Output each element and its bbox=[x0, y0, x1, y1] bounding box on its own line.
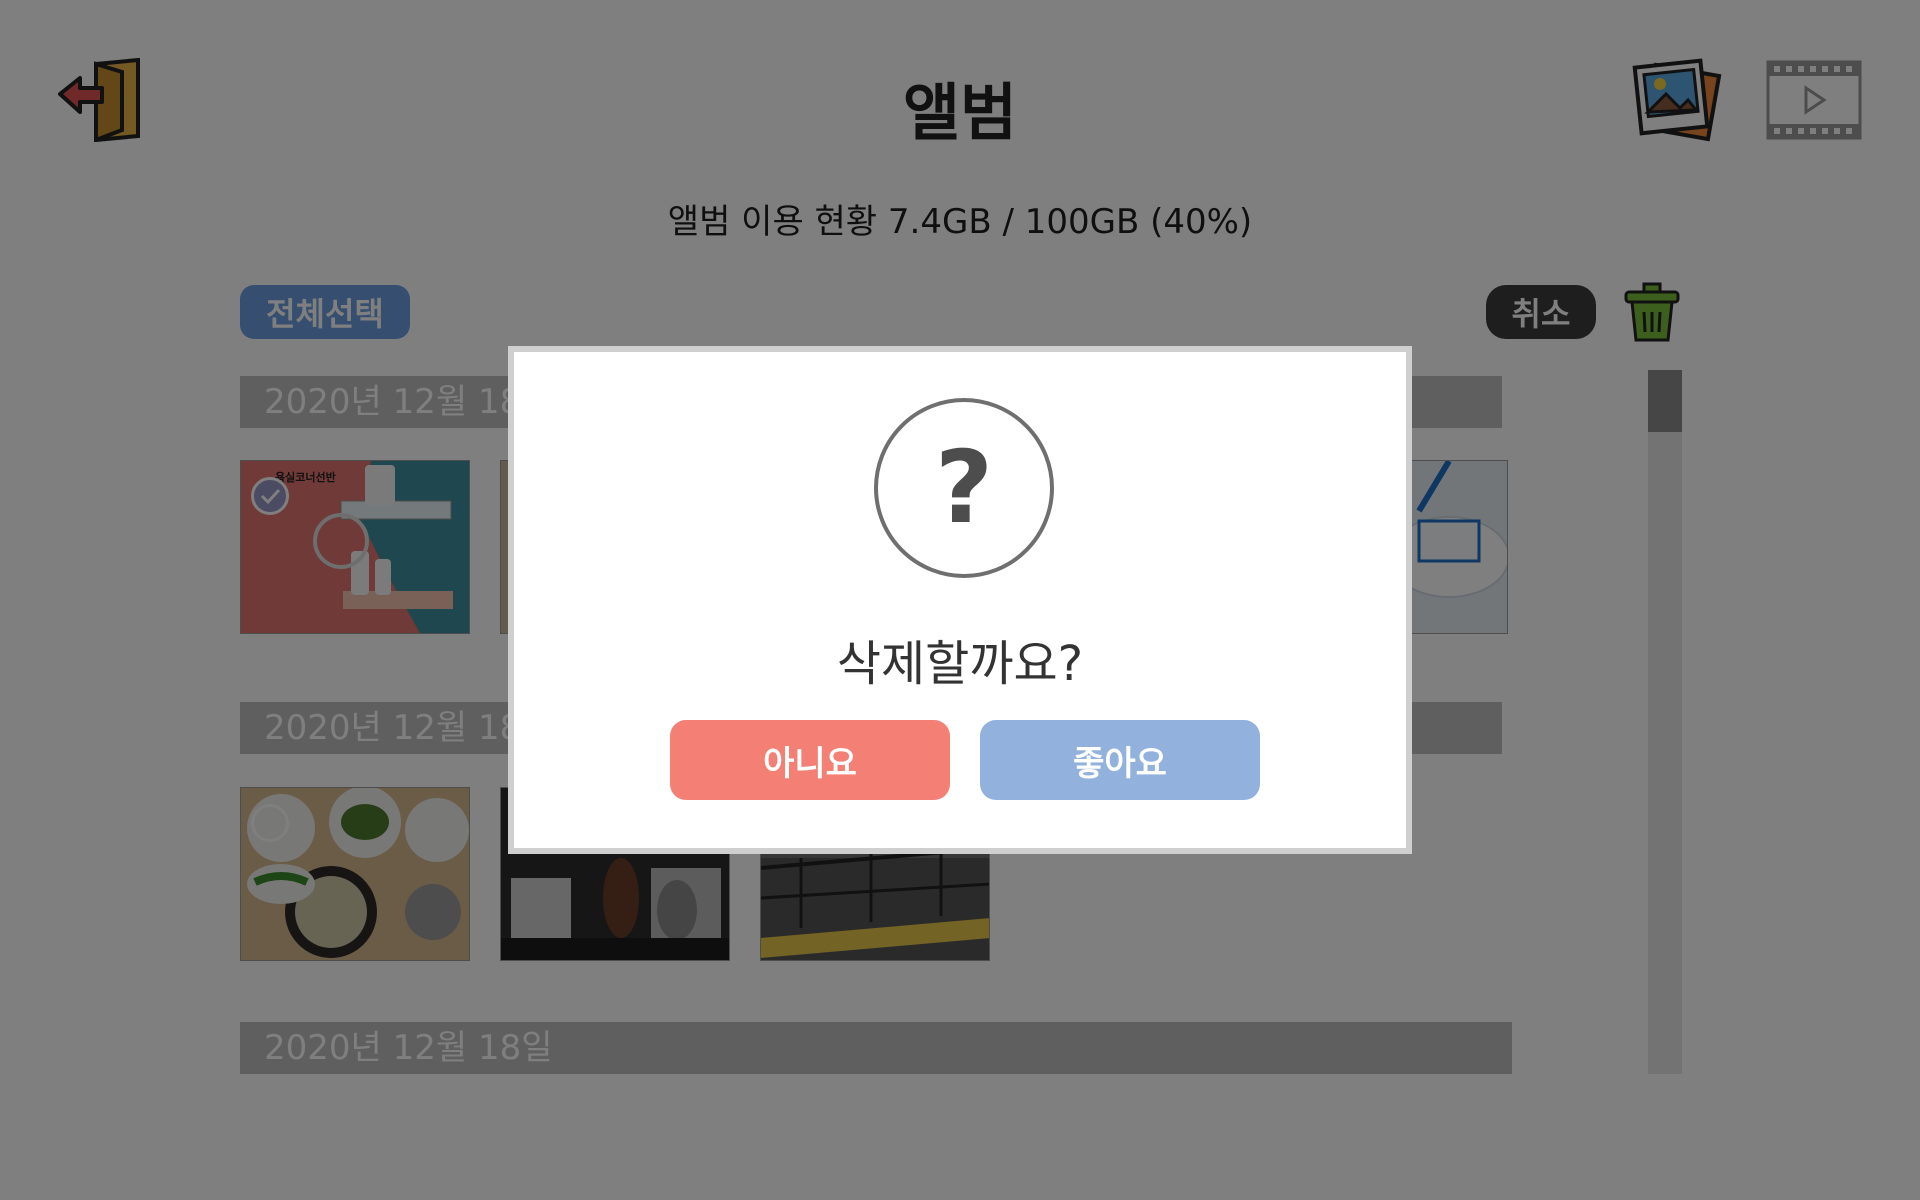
no-button[interactable]: 아니요 bbox=[670, 720, 950, 800]
question-mark-icon: ? bbox=[874, 398, 1054, 578]
dialog-message: 삭제할까요? bbox=[836, 636, 1084, 692]
yes-button[interactable]: 좋아요 bbox=[980, 720, 1260, 800]
confirm-delete-dialog: ? 삭제할까요? 아니요 좋아요 bbox=[508, 346, 1412, 854]
